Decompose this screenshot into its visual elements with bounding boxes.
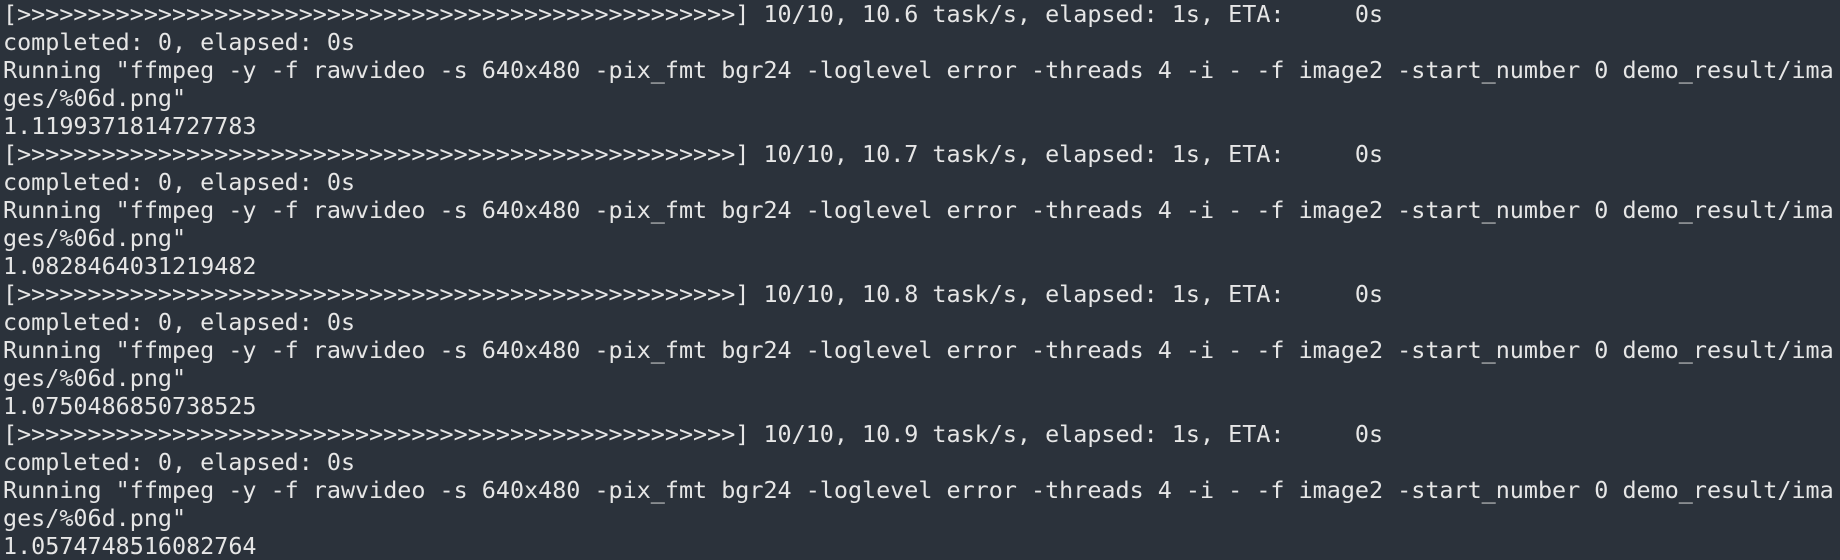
- terminal-output[interactable]: [>>>>>>>>>>>>>>>>>>>>>>>>>>>>>>>>>>>>>>>…: [0, 0, 1840, 560]
- progress-line: [>>>>>>>>>>>>>>>>>>>>>>>>>>>>>>>>>>>>>>>…: [3, 420, 1384, 448]
- ffmpeg-command-continuation: ges/%06d.png": [3, 224, 187, 252]
- ffmpeg-command-continuation: ges/%06d.png": [3, 504, 187, 532]
- ffmpeg-command-continuation: ges/%06d.png": [3, 364, 187, 392]
- ffmpeg-command-line: Running "ffmpeg -y -f rawvideo -s 640x48…: [3, 56, 1834, 84]
- completed-line: completed: 0, elapsed: 0s: [3, 28, 356, 56]
- progress-line: [>>>>>>>>>>>>>>>>>>>>>>>>>>>>>>>>>>>>>>>…: [3, 280, 1384, 308]
- timing-value-line: 1.1199371814727783: [3, 112, 257, 140]
- completed-line: completed: 0, elapsed: 0s: [3, 168, 356, 196]
- timing-value-line: 1.0574748516082764: [3, 532, 257, 560]
- ffmpeg-command-line: Running "ffmpeg -y -f rawvideo -s 640x48…: [3, 476, 1834, 504]
- timing-value-line: 1.0828464031219482: [3, 252, 257, 280]
- ffmpeg-command-line: Running "ffmpeg -y -f rawvideo -s 640x48…: [3, 196, 1834, 224]
- completed-line: completed: 0, elapsed: 0s: [3, 308, 356, 336]
- timing-value-line: 1.0750486850738525: [3, 392, 257, 420]
- progress-line: [>>>>>>>>>>>>>>>>>>>>>>>>>>>>>>>>>>>>>>>…: [3, 0, 1384, 28]
- completed-line: completed: 0, elapsed: 0s: [3, 448, 356, 476]
- ffmpeg-command-continuation: ges/%06d.png": [3, 84, 187, 112]
- progress-line: [>>>>>>>>>>>>>>>>>>>>>>>>>>>>>>>>>>>>>>>…: [3, 140, 1384, 168]
- ffmpeg-command-line: Running "ffmpeg -y -f rawvideo -s 640x48…: [3, 336, 1834, 364]
